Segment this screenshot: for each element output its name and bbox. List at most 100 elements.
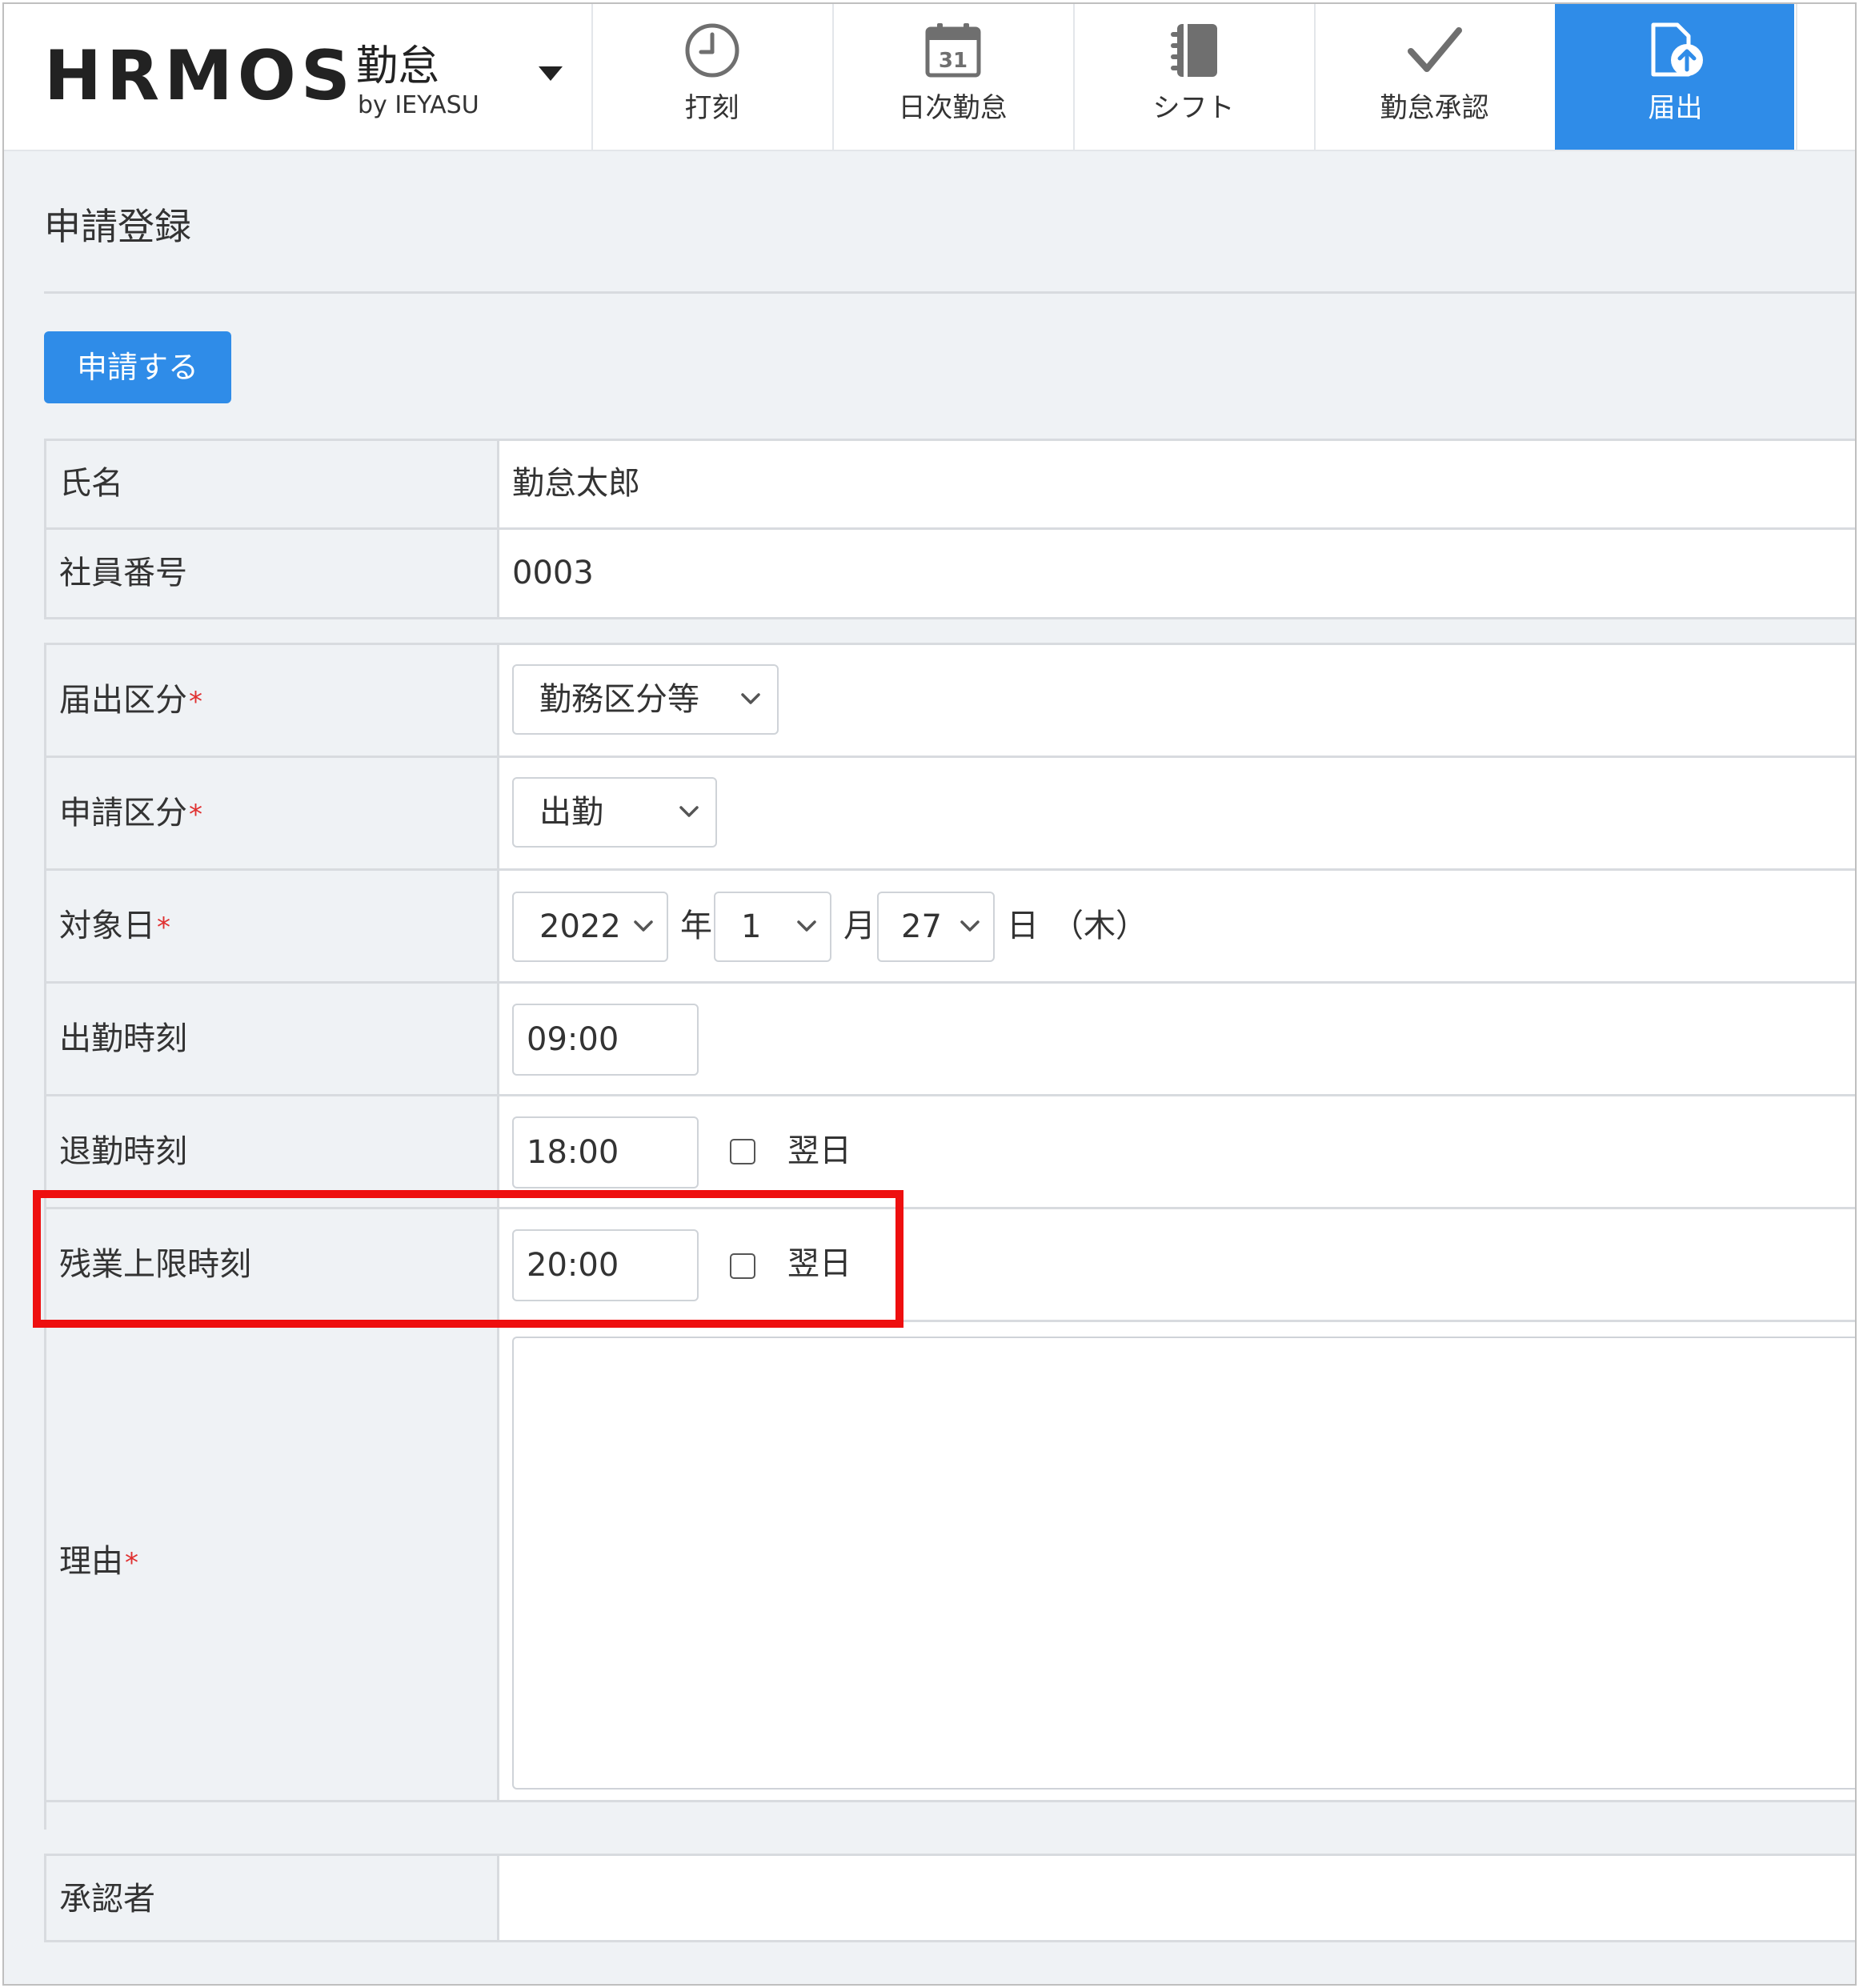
overtime-limit-input[interactable]: 20:00 bbox=[512, 1229, 699, 1301]
chevron-down-icon bbox=[797, 920, 816, 932]
approver-table: 承認者 bbox=[44, 1854, 1855, 1942]
reason-label-cell: 理由* bbox=[46, 1322, 499, 1800]
apply-type-label-cell: 申請区分* bbox=[46, 758, 499, 868]
day-select[interactable]: 27 bbox=[877, 892, 995, 962]
category-label-cell: 届出区分* bbox=[46, 645, 499, 756]
overtime-value-cell: 20:00 翌日 bbox=[499, 1209, 1855, 1320]
start-time-label-cell: 出勤時刻 bbox=[46, 984, 499, 1094]
end-time-label: 退勤時刻 bbox=[59, 1133, 187, 1170]
end-time-input[interactable]: 18:00 bbox=[512, 1116, 699, 1188]
name-label-cell: 氏名 bbox=[46, 441, 499, 527]
calendar-icon-day: 31 bbox=[938, 49, 967, 73]
target-date-label-text: 対象日 bbox=[59, 908, 155, 944]
title-divider bbox=[44, 291, 1855, 294]
notebook-icon bbox=[1075, 18, 1312, 82]
employee-number-label-cell: 社員番号 bbox=[46, 530, 499, 617]
year-select-value: 2022 bbox=[539, 908, 621, 945]
page-title: 申請登録 bbox=[44, 205, 191, 248]
tab-notifications[interactable]: 届出 bbox=[1555, 4, 1794, 150]
row-notification-category: 届出区分* 勤務区分等 bbox=[46, 645, 1855, 758]
calendar-icon: 31 bbox=[834, 18, 1072, 82]
category-select[interactable]: 勤務区分等 bbox=[512, 664, 779, 735]
month-select[interactable]: 1 bbox=[714, 892, 831, 962]
required-mark: * bbox=[157, 912, 170, 944]
tab-notifications-label: 届出 bbox=[1648, 92, 1703, 124]
tab-clock-in-label: 打刻 bbox=[684, 92, 739, 124]
name-value: 勤怠太郎 bbox=[512, 465, 640, 502]
chevron-down-icon bbox=[679, 806, 699, 817]
overtime-next-day-label: 翌日 bbox=[787, 1245, 851, 1282]
chevron-down-icon bbox=[960, 920, 980, 932]
day-unit: 日 bbox=[1007, 908, 1039, 944]
application-form-table: 届出区分* 勤務区分等 申請区分* 出勤 対象日* 2022 年 1 月 27 … bbox=[44, 643, 1855, 1830]
checkmark-icon bbox=[1316, 18, 1553, 82]
row-target-date: 対象日* 2022 年 1 月 27 日 （木） bbox=[46, 871, 1855, 984]
row-overtime-limit: 残業上限時刻 20:00 翌日 bbox=[46, 1209, 1855, 1322]
row-name: 氏名 勤怠太郎 bbox=[46, 441, 1855, 530]
end-time-label-cell: 退勤時刻 bbox=[46, 1096, 499, 1207]
approver-label-cell: 承認者 bbox=[46, 1856, 499, 1940]
reason-label-text: 理由 bbox=[59, 1543, 123, 1580]
submit-application-button[interactable]: 申請する bbox=[44, 331, 231, 403]
overtime-label-cell: 残業上限時刻 bbox=[46, 1209, 499, 1320]
product-switcher-caret-icon[interactable] bbox=[539, 66, 563, 81]
year-select[interactable]: 2022 bbox=[512, 892, 668, 962]
name-value-cell: 勤怠太郎 bbox=[499, 441, 1855, 527]
reason-value-cell bbox=[499, 1322, 1855, 1800]
category-select-value: 勤務区分等 bbox=[539, 681, 699, 718]
tab-shift-label: シフト bbox=[1152, 92, 1235, 124]
tab-daily-attendance[interactable]: 31 日次勤怠 bbox=[832, 4, 1072, 150]
category-label-text: 届出区分 bbox=[59, 682, 187, 719]
table-gap bbox=[44, 1830, 1855, 1854]
row-end-time: 退勤時刻 18:00 翌日 bbox=[46, 1096, 1855, 1209]
brand-product: 勤怠 bbox=[356, 42, 440, 90]
approver-value-cell bbox=[499, 1856, 1855, 1940]
clock-icon bbox=[593, 18, 831, 82]
target-date-label: 対象日* bbox=[59, 906, 170, 948]
target-date-label-cell: 対象日* bbox=[46, 871, 499, 981]
target-date-value-cell: 2022 年 1 月 27 日 （木） bbox=[499, 871, 1855, 981]
employee-number-label: 社員番号 bbox=[59, 555, 187, 591]
top-navigation-bar: HRMOS 勤怠 by IEYASU 打刻 31 日次勤怠 シフト 勤怠承認 届… bbox=[4, 4, 1855, 151]
apply-type-value-cell: 出勤 bbox=[499, 758, 1855, 868]
brand-name: HRMOS bbox=[44, 36, 355, 116]
apply-type-select-value: 出勤 bbox=[539, 794, 603, 831]
apply-type-label: 申請区分* bbox=[59, 793, 202, 835]
row-employee-number: 社員番号 0003 bbox=[46, 530, 1855, 619]
end-next-day-label: 翌日 bbox=[787, 1132, 851, 1169]
category-value-cell: 勤務区分等 bbox=[499, 645, 1855, 756]
row-start-time: 出勤時刻 09:00 bbox=[46, 984, 1855, 1096]
start-time-label: 出勤時刻 bbox=[59, 1020, 187, 1057]
brand-byline: by IEYASU bbox=[358, 91, 479, 119]
apply-type-select[interactable]: 出勤 bbox=[512, 777, 717, 848]
start-time-input[interactable]: 09:00 bbox=[512, 1004, 699, 1076]
row-reason: 理由* bbox=[46, 1322, 1855, 1802]
approver-label: 承認者 bbox=[59, 1881, 155, 1918]
nav-spacer bbox=[1796, 4, 1855, 150]
tab-clock-in[interactable]: 打刻 bbox=[591, 4, 831, 150]
tab-attendance-approval[interactable]: 勤怠承認 bbox=[1314, 4, 1553, 150]
required-mark: * bbox=[189, 799, 202, 831]
year-unit: 年 bbox=[680, 908, 712, 944]
reason-textarea[interactable] bbox=[512, 1337, 1855, 1790]
category-label: 届出区分* bbox=[59, 680, 202, 722]
tab-shift[interactable]: シフト bbox=[1073, 4, 1312, 150]
app-window: HRMOS 勤怠 by IEYASU 打刻 31 日次勤怠 シフト 勤怠承認 届… bbox=[2, 2, 1857, 1986]
start-time-value-cell: 09:00 bbox=[499, 984, 1855, 1094]
end-next-day-checkbox[interactable] bbox=[730, 1139, 755, 1164]
employee-number-value: 0003 bbox=[512, 555, 594, 591]
end-time-value-cell: 18:00 翌日 bbox=[499, 1096, 1855, 1207]
chevron-down-icon bbox=[741, 693, 760, 704]
employee-number-value-cell: 0003 bbox=[499, 530, 1855, 617]
required-mark: * bbox=[189, 686, 202, 718]
reason-label: 理由* bbox=[59, 1541, 138, 1583]
name-label: 氏名 bbox=[59, 465, 123, 502]
overtime-limit-label: 残業上限時刻 bbox=[59, 1246, 251, 1283]
month-unit: 月 bbox=[843, 908, 875, 944]
employee-info-table: 氏名 勤怠太郎 社員番号 0003 bbox=[44, 439, 1855, 619]
month-select-value: 1 bbox=[741, 908, 762, 945]
day-select-value: 27 bbox=[901, 908, 942, 945]
chevron-down-icon bbox=[634, 920, 653, 932]
row-approver: 承認者 bbox=[46, 1856, 1855, 1942]
overtime-next-day-checkbox[interactable] bbox=[730, 1253, 755, 1279]
